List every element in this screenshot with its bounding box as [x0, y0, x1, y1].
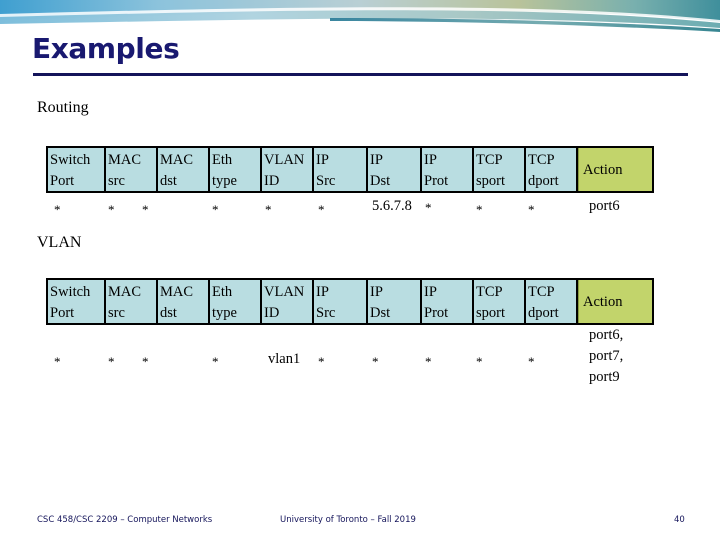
- cell-ip-prot: *: [425, 200, 432, 215]
- cell-tcp-dport: *: [528, 354, 535, 369]
- column-header-eth-type: Eth type: [210, 280, 262, 323]
- column-header-tcp-sport: TCP sport: [474, 280, 526, 323]
- vlan-flow-table: Switch Port MAC src MAC dst Eth type VLA…: [46, 278, 654, 391]
- cell-eth-type: *: [212, 354, 219, 369]
- column-header-switch-port: Switch Port: [48, 280, 106, 323]
- column-header-ip-prot: IP Prot: [422, 280, 474, 323]
- table-row: * * * * * * 5.6.7.8 * * * port6: [46, 193, 654, 227]
- cell-ip-dst: *: [372, 354, 379, 369]
- column-header-action: Action: [578, 148, 652, 191]
- vlan-flow-table-header-row: Switch Port MAC src MAC dst Eth type VLA…: [46, 278, 654, 325]
- column-header-vlan-id: VLAN ID: [262, 280, 314, 323]
- cell-vlan-id: vlan1: [268, 351, 301, 367]
- section-caption-routing: Routing: [37, 99, 89, 116]
- cell-eth-type: *: [212, 202, 219, 217]
- slide-banner-decoration: [0, 0, 720, 34]
- section-caption-vlan: VLAN: [37, 234, 82, 251]
- column-header-ip-src: IP Src: [314, 148, 368, 191]
- cell-ip-dst: 5.6.7.8: [372, 198, 412, 214]
- column-header-mac-dst: MAC dst: [158, 148, 210, 191]
- cell-switch-port: *: [54, 202, 61, 217]
- cell-mac-dst: *: [142, 354, 149, 369]
- column-header-mac-dst: MAC dst: [158, 280, 210, 323]
- cell-tcp-sport: *: [476, 202, 483, 217]
- cell-tcp-sport: *: [476, 354, 483, 369]
- cell-mac-src: *: [108, 202, 115, 217]
- footer-page-number: 40: [674, 515, 685, 525]
- table-row: * * * * vlan1 * * * * * port6, port7, po…: [46, 325, 654, 391]
- footer-institution-label: University of Toronto – Fall 2019: [280, 515, 416, 525]
- cell-ip-src: *: [318, 202, 325, 217]
- column-header-mac-src: MAC src: [106, 280, 158, 323]
- column-header-tcp-dport: TCP dport: [526, 148, 578, 191]
- column-header-eth-type: Eth type: [210, 148, 262, 191]
- column-header-vlan-id: VLAN ID: [262, 148, 314, 191]
- cell-switch-port: *: [54, 354, 61, 369]
- cell-action: port6: [589, 198, 620, 214]
- routing-flow-table-header-row: Switch Port MAC src MAC dst Eth type VLA…: [46, 146, 654, 193]
- cell-ip-prot: *: [425, 354, 432, 369]
- column-header-action: Action: [578, 280, 652, 323]
- column-header-ip-dst: IP Dst: [368, 148, 422, 191]
- column-header-mac-src: MAC src: [106, 148, 158, 191]
- footer-course-label: CSC 458/CSC 2209 – Computer Networks: [37, 515, 213, 525]
- column-header-tcp-dport: TCP dport: [526, 280, 578, 323]
- cell-tcp-dport: *: [528, 202, 535, 217]
- column-header-ip-prot: IP Prot: [422, 148, 474, 191]
- column-header-tcp-sport: TCP sport: [474, 148, 526, 191]
- cell-mac-src: *: [108, 354, 115, 369]
- page-title: Examples: [32, 32, 180, 65]
- banner-swoosh-svg: [0, 0, 720, 32]
- column-header-switch-port: Switch Port: [48, 148, 106, 191]
- cell-ip-src: *: [318, 354, 325, 369]
- title-underline-rule: [33, 73, 688, 76]
- routing-flow-table: Switch Port MAC src MAC dst Eth type VLA…: [46, 146, 654, 227]
- column-header-ip-dst: IP Dst: [368, 280, 422, 323]
- cell-mac-dst: *: [142, 202, 149, 217]
- cell-action: port6, port7, port9: [589, 327, 624, 385]
- cell-vlan-id: *: [265, 202, 272, 217]
- column-header-ip-src: IP Src: [314, 280, 368, 323]
